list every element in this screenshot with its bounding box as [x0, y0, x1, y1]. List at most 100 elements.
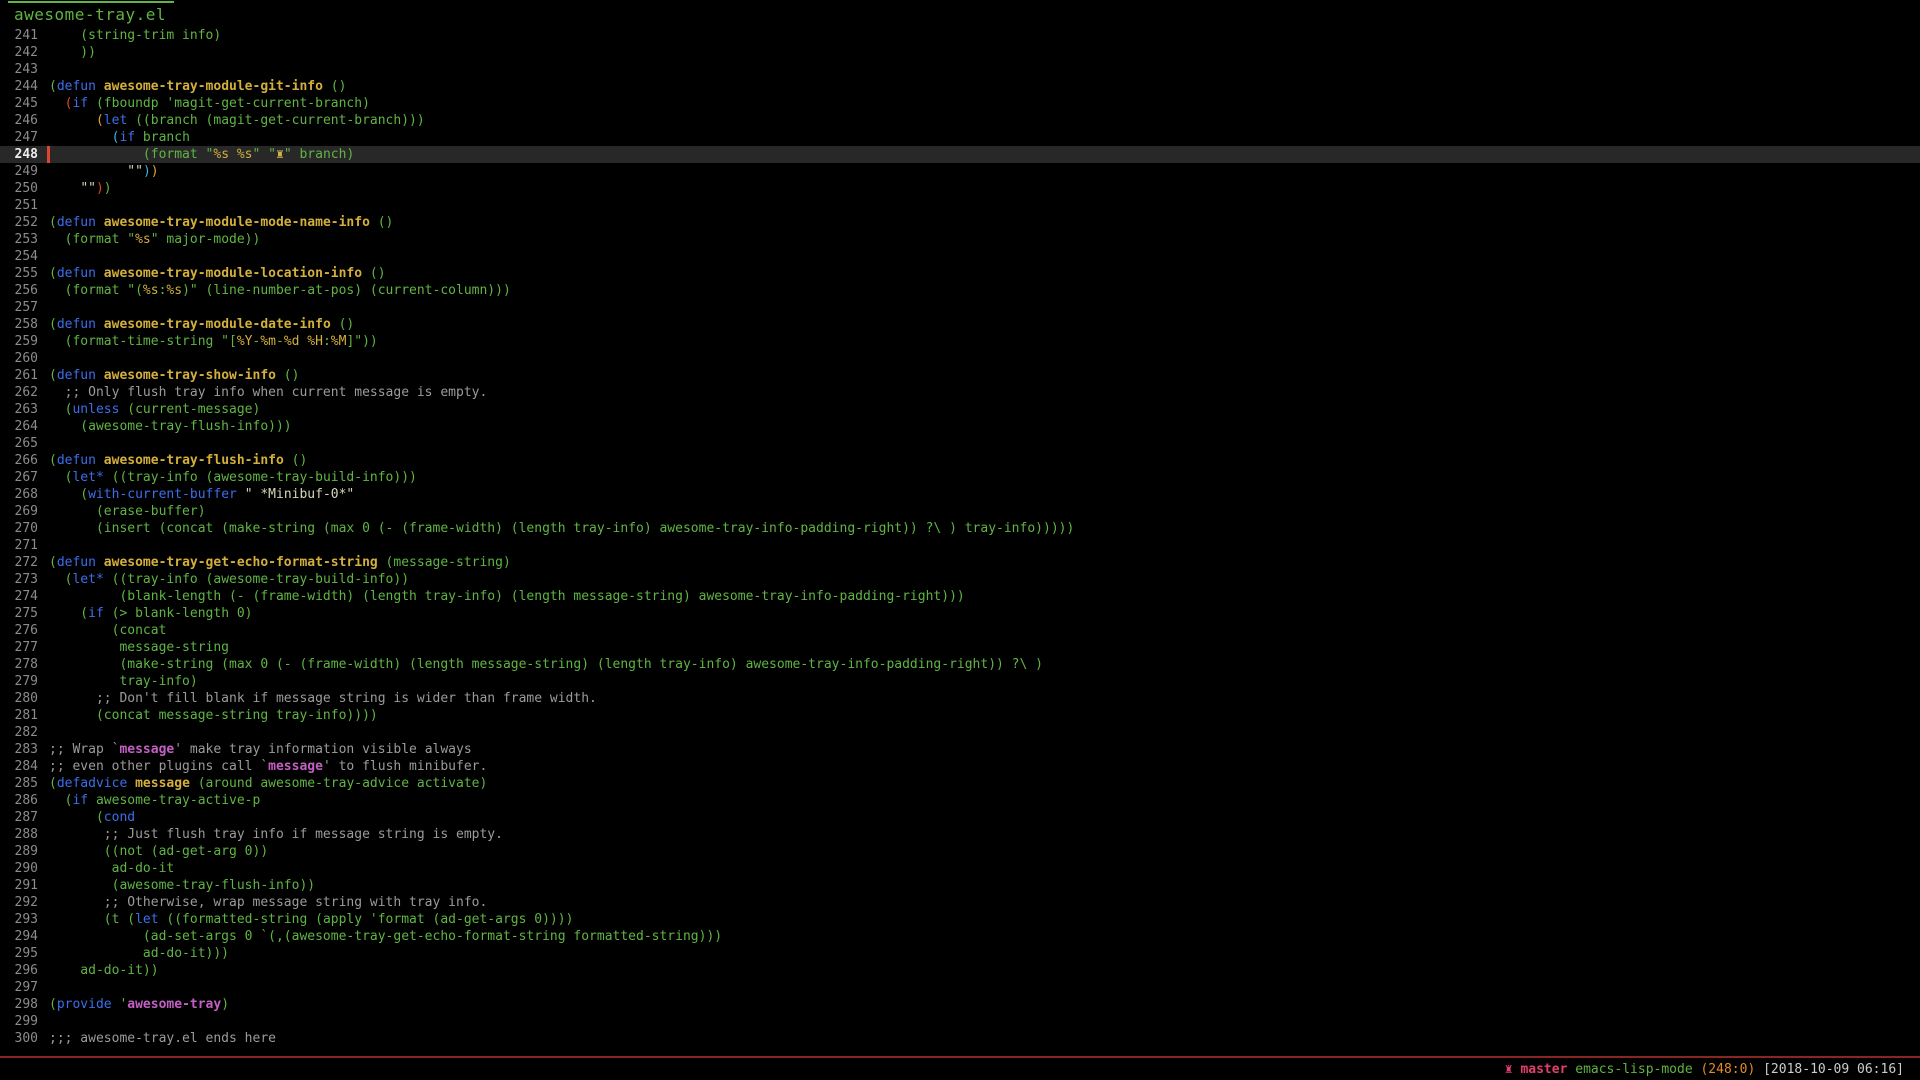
code-text: ;;; awesome-tray.el ends here: [49, 1030, 276, 1047]
code-text: (concat: [49, 622, 166, 639]
code-line[interactable]: 269 (erase-buffer): [0, 503, 1920, 520]
code-line[interactable]: 283 ;; Wrap `message' make tray informati…: [0, 741, 1920, 758]
code-line[interactable]: 286 (if awesome-tray-active-p: [0, 792, 1920, 809]
code-text: (if awesome-tray-active-p: [49, 792, 260, 809]
code-line[interactable]: 272(defun awesome-tray-get-echo-format-s…: [0, 554, 1920, 571]
line-number: 268: [0, 486, 38, 503]
code-line[interactable]: 247 (if branch: [0, 129, 1920, 146]
code-line[interactable]: 297: [0, 979, 1920, 996]
line-number: 284: [0, 758, 38, 775]
code-line[interactable]: 296 ad-do-it)): [0, 962, 1920, 979]
line-number: 300: [0, 1030, 38, 1047]
line-number: 254: [0, 248, 38, 265]
code-line[interactable]: 251: [0, 197, 1920, 214]
code-line[interactable]: 274 (blank-length (- (frame-width) (leng…: [0, 588, 1920, 605]
code-line[interactable]: 242 )): [0, 44, 1920, 61]
code-text: (provide 'awesome-tray): [49, 996, 229, 1013]
code-text: (defun awesome-tray-module-date-info (): [49, 316, 354, 333]
modeline-status: ♜ master emacs-lisp-mode (248:0) [2018-1…: [1505, 1061, 1904, 1079]
code-line[interactable]: 254: [0, 248, 1920, 265]
code-line[interactable]: 256 (format "(%s:%s)" (line-number-at-po…: [0, 282, 1920, 299]
code-line[interactable]: 250 "")): [0, 180, 1920, 197]
line-number: 285: [0, 775, 38, 792]
code-line-current[interactable]: 248 (format "%s %s" "♜" branch): [0, 146, 1920, 163]
code-text: ;; Wrap `message' make tray information …: [49, 741, 472, 758]
line-number: 262: [0, 384, 38, 401]
code-text: ;; Otherwise, wrap message string with t…: [49, 894, 487, 911]
code-line[interactable]: 261(defun awesome-tray-show-info (): [0, 367, 1920, 384]
code-line[interactable]: 243: [0, 61, 1920, 78]
line-number: 283: [0, 741, 38, 758]
line-number: 273: [0, 571, 38, 588]
code-line[interactable]: 282: [0, 724, 1920, 741]
code-line[interactable]: 271: [0, 537, 1920, 554]
line-number: 255: [0, 265, 38, 282]
code-line[interactable]: 300 ;;; awesome-tray.el ends here: [0, 1030, 1920, 1047]
code-line[interactable]: 290 ad-do-it: [0, 860, 1920, 877]
code-line[interactable]: 252(defun awesome-tray-module-mode-name-…: [0, 214, 1920, 231]
code-line[interactable]: 278 (make-string (max 0 (- (frame-width)…: [0, 656, 1920, 673]
code-line[interactable]: 292 ;; Otherwise, wrap message string wi…: [0, 894, 1920, 911]
code-text: (let* ((tray-info (awesome-tray-build-in…: [49, 571, 409, 588]
code-line[interactable]: 287 (cond: [0, 809, 1920, 826]
code-line[interactable]: 241 (string-trim info): [0, 27, 1920, 44]
code-line[interactable]: 244(defun awesome-tray-module-git-info (…: [0, 78, 1920, 95]
code-line[interactable]: 279 tray-info): [0, 673, 1920, 690]
code-line[interactable]: 249 "")): [0, 163, 1920, 180]
code-text: (defun awesome-tray-module-location-info…: [49, 265, 386, 282]
code-line[interactable]: 262 ;; Only flush tray info when current…: [0, 384, 1920, 401]
code-text: (defun awesome-tray-flush-info (): [49, 452, 307, 469]
code-line[interactable]: 280 ;; Don't fill blank if message strin…: [0, 690, 1920, 707]
code-line[interactable]: 270 (insert (concat (make-string (max 0 …: [0, 520, 1920, 537]
code-line[interactable]: 259 (format-time-string "[%Y-%m-%d %H:%M…: [0, 333, 1920, 350]
code-line[interactable]: 264 (awesome-tray-flush-info))): [0, 418, 1920, 435]
code-line[interactable]: 281 (concat message-string tray-info)))): [0, 707, 1920, 724]
code-text: (format "%s %s" "♜" branch): [49, 146, 354, 163]
code-line[interactable]: 288 ;; Just flush tray info if message s…: [0, 826, 1920, 843]
code-text: (awesome-tray-flush-info)): [49, 877, 315, 894]
code-line[interactable]: 293 (t (let ((formatted-string (apply 'f…: [0, 911, 1920, 928]
code-line[interactable]: 298(provide 'awesome-tray): [0, 996, 1920, 1013]
line-number: 270: [0, 520, 38, 537]
code-text: ad-do-it: [49, 860, 174, 877]
code-line[interactable]: 289 ((not (ad-get-arg 0)): [0, 843, 1920, 860]
code-line[interactable]: 257: [0, 299, 1920, 316]
code-line[interactable]: 246 (let ((branch (magit-get-current-bra…: [0, 112, 1920, 129]
code-text: ;; Don't fill blank if message string is…: [49, 690, 597, 707]
code-line[interactable]: 260: [0, 350, 1920, 367]
code-line[interactable]: 275 (if (> blank-length 0): [0, 605, 1920, 622]
line-number: 251: [0, 197, 38, 214]
code-line[interactable]: 258(defun awesome-tray-module-date-info …: [0, 316, 1920, 333]
code-text: tray-info): [49, 673, 198, 690]
code-line[interactable]: 273 (let* ((tray-info (awesome-tray-buil…: [0, 571, 1920, 588]
mode-line[interactable]: ♜ master emacs-lisp-mode (248:0) [2018-1…: [0, 1056, 1920, 1080]
code-line[interactable]: 253 (format "%s" major-mode)): [0, 231, 1920, 248]
code-line[interactable]: 277 message-string: [0, 639, 1920, 656]
line-number: 274: [0, 588, 38, 605]
code-line[interactable]: 263 (unless (current-message): [0, 401, 1920, 418]
code-line[interactable]: 284;; even other plugins call `message' …: [0, 758, 1920, 775]
code-area[interactable]: 241 (string-trim info)242 ))243244(defun…: [0, 27, 1920, 1047]
code-line[interactable]: 285(defadvice message (around awesome-tr…: [0, 775, 1920, 792]
code-text: (defun awesome-tray-module-mode-name-inf…: [49, 214, 393, 231]
code-text: (string-trim info): [49, 27, 221, 44]
code-line[interactable]: 245 (if (fboundp 'magit-get-current-bran…: [0, 95, 1920, 112]
code-line[interactable]: 266(defun awesome-tray-flush-info (): [0, 452, 1920, 469]
code-line[interactable]: 276 (concat: [0, 622, 1920, 639]
code-line[interactable]: 295 ad-do-it))): [0, 945, 1920, 962]
code-text: (let* ((tray-info (awesome-tray-build-in…: [49, 469, 417, 486]
line-number: 289: [0, 843, 38, 860]
code-line[interactable]: 265: [0, 435, 1920, 452]
buffer-tab[interactable]: awesome-tray.el: [14, 5, 166, 24]
code-line[interactable]: 291 (awesome-tray-flush-info)): [0, 877, 1920, 894]
line-number: 295: [0, 945, 38, 962]
line-number: 293: [0, 911, 38, 928]
code-line[interactable]: 294 (ad-set-args 0 `(,(awesome-tray-get-…: [0, 928, 1920, 945]
code-line[interactable]: 255 (defun awesome-tray-module-location-i…: [0, 265, 1920, 282]
code-line[interactable]: 268 (with-current-buffer " *Minibuf-0*": [0, 486, 1920, 503]
code-line[interactable]: 299: [0, 1013, 1920, 1030]
code-text: (defun awesome-tray-get-echo-format-stri…: [49, 554, 511, 571]
code-text: (format "%s" major-mode)): [49, 231, 260, 248]
code-text: (let ((branch (magit-get-current-branch)…: [49, 112, 425, 129]
code-line[interactable]: 267 (let* ((tray-info (awesome-tray-buil…: [0, 469, 1920, 486]
